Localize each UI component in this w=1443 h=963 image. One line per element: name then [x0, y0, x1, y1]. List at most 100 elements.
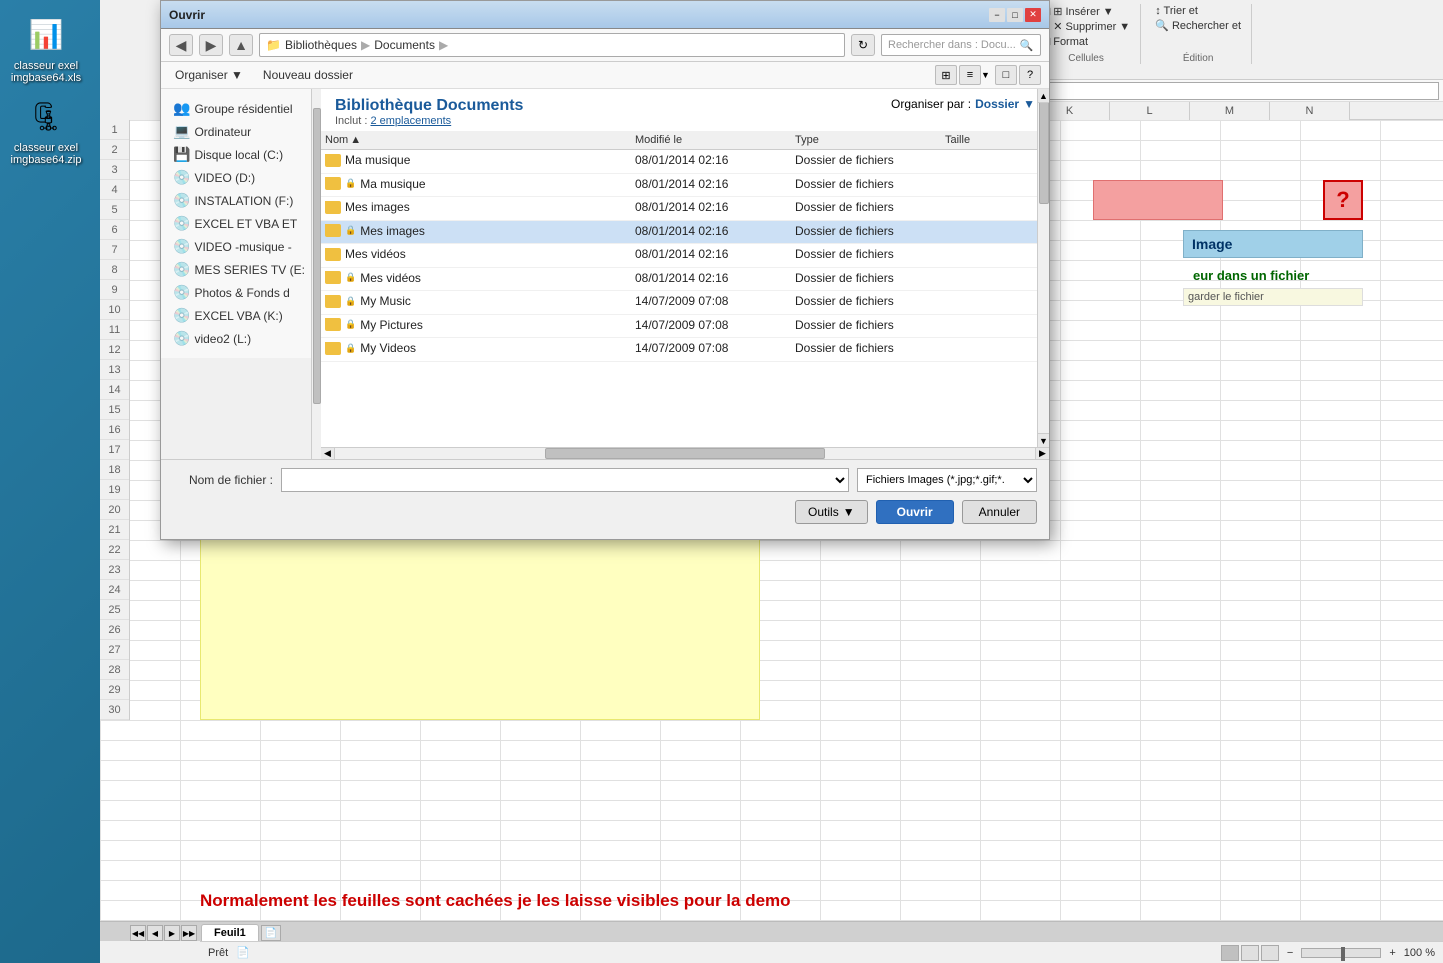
col-header-modifie[interactable]: Modifié le: [635, 134, 795, 146]
content-scrollbar-horiz[interactable]: ◀ ▶: [321, 447, 1049, 459]
nav-item-ordinateur[interactable]: 💻 Ordinateur: [169, 120, 312, 143]
view-dropdown-arrow[interactable]: ▼: [981, 70, 993, 80]
folder-icon-0: [325, 154, 341, 167]
dialog-help-btn[interactable]: ?: [1019, 65, 1041, 85]
folder-icon-3: [325, 224, 341, 237]
ribbon-trier-btn[interactable]: ↕ Trier et: [1151, 4, 1245, 18]
file-name-0: Ma musique: [325, 153, 635, 170]
refresh-icon: ↻: [858, 38, 868, 52]
dialog-ouvrir-btn[interactable]: Ouvrir: [876, 500, 954, 524]
file-row-8[interactable]: 🔒 My Videos 14/07/2009 07:08 Dossier de …: [321, 338, 1049, 362]
lock-badge-3: 🔒: [345, 225, 356, 236]
file-row-2[interactable]: Mes images 08/01/2014 02:16 Dossier de f…: [321, 197, 1049, 221]
nav-item-groupe-residentiel[interactable]: 👥 Groupe résidentiel: [169, 97, 312, 120]
file-row-7[interactable]: 🔒 My Pictures 14/07/2009 07:08 Dossier d…: [321, 315, 1049, 339]
row-28: 28: [100, 660, 129, 680]
dialog-annuler-btn[interactable]: Annuler: [962, 500, 1037, 524]
content-scrollbar[interactable]: ▲ ▼: [1037, 89, 1049, 447]
page-layout-btn[interactable]: [1241, 945, 1259, 961]
nav-item-video-d[interactable]: 💿 VIDEO (D:): [169, 166, 312, 189]
dialog-outils-btn[interactable]: Outils ▼: [795, 500, 868, 524]
col-header-taille[interactable]: Taille: [945, 134, 1045, 146]
nav-item-mes-series-tv[interactable]: 💿 MES SERIES TV (E:: [169, 258, 312, 281]
sheet-last-btn[interactable]: ▶▶: [181, 925, 197, 941]
dialog-close-btn[interactable]: ✕: [1025, 8, 1041, 22]
nav-item-disque-c[interactable]: 💾 Disque local (C:): [169, 143, 312, 166]
file-row-4[interactable]: Mes vidéos 08/01/2014 02:16 Dossier de f…: [321, 244, 1049, 268]
folder-icon-5: [325, 271, 341, 284]
zoom-plus[interactable]: +: [1389, 947, 1395, 959]
dialog-view-list-btn[interactable]: ⊞: [935, 65, 957, 85]
sheet-first-btn[interactable]: ◀◀: [130, 925, 146, 941]
dialog-maximize-btn[interactable]: □: [1007, 8, 1023, 22]
zoom-minus[interactable]: −: [1287, 947, 1293, 959]
sheet-prev-btn[interactable]: ◀: [147, 925, 163, 941]
nav-item-video-musique[interactable]: 💿 VIDEO -musique -: [169, 235, 312, 258]
row-20: 20: [100, 500, 129, 520]
dialog-new-folder-btn[interactable]: Nouveau dossier: [257, 66, 359, 84]
dialog-search-bar[interactable]: Rechercher dans : Docu... 🔍: [881, 34, 1041, 56]
organiser-dropdown-icon: ▼: [1023, 97, 1035, 111]
nav-item-photos-fonds[interactable]: 💿 Photos & Fonds d: [169, 281, 312, 304]
lock-badge-5: 🔒: [345, 272, 356, 283]
sheet-next-btn[interactable]: ▶: [164, 925, 180, 941]
col-header-nom[interactable]: Nom ▲: [325, 134, 635, 146]
nav-scrollbar[interactable]: [311, 89, 321, 358]
page-break-btn[interactable]: [1261, 945, 1279, 961]
dialog-left-nav: 👥 Groupe résidentiel 💻 Ordinateur 💾 Disq…: [161, 89, 321, 358]
nav-item-excel-vba-et[interactable]: 💿 EXCEL ET VBA ET: [169, 212, 312, 235]
locations-link[interactable]: 2 emplacements: [370, 115, 451, 127]
dialog-forward-btn[interactable]: ▶: [199, 34, 223, 56]
file-row-1[interactable]: 🔒 Ma musique 08/01/2014 02:16 Dossier de…: [321, 174, 1049, 198]
row-22: 22: [100, 540, 129, 560]
dialog-preview-btn[interactable]: □: [995, 65, 1017, 85]
file-row-0[interactable]: Ma musique 08/01/2014 02:16 Dossier de f…: [321, 150, 1049, 174]
file-row-6[interactable]: 🔒 My Music 14/07/2009 07:08 Dossier de f…: [321, 291, 1049, 315]
file-row-5[interactable]: 🔒 Mes vidéos 08/01/2014 02:16 Dossier de…: [321, 268, 1049, 292]
scrollbar-left-btn[interactable]: ◀: [321, 448, 335, 459]
desktop-icon-zip[interactable]: 🗜 classeur exel imgbase64.zip: [10, 92, 82, 166]
folder-icon-6: [325, 295, 341, 308]
zoom-slider[interactable]: [1301, 948, 1381, 958]
dialog-organiser-btn[interactable]: Organiser ▼: [169, 66, 249, 84]
dialog-refresh-btn[interactable]: ↻: [851, 34, 875, 56]
organiser-par-link[interactable]: Dossier: [975, 97, 1019, 111]
filename-input[interactable]: [281, 468, 849, 492]
ribbon-format-btn[interactable]: ⊟ Format: [1038, 34, 1134, 49]
sheet-tab-feuil1[interactable]: Feuil1: [201, 924, 259, 941]
dialog-back-btn[interactable]: ◀: [169, 34, 193, 56]
file-type-7: Dossier de fichiers: [795, 318, 945, 335]
ribbon-rechercher-btn[interactable]: 🔍 Rechercher et: [1151, 18, 1245, 33]
file-row-3[interactable]: 🔒 Mes images 08/01/2014 02:16 Dossier de…: [321, 221, 1049, 245]
ribbon-supprimer-btn[interactable]: ✕ ✕ Supprimer ▼: [1038, 19, 1134, 34]
file-list: Ma musique 08/01/2014 02:16 Dossier de f…: [321, 150, 1049, 447]
ribbon-inserer-btn[interactable]: ⊞ ⊞ Insérer ▼: [1038, 4, 1134, 19]
path-segment-2: Documents: [374, 38, 435, 52]
nav-label-photos-fonds: Photos & Fonds d: [194, 286, 289, 300]
filetype-select[interactable]: Fichiers Images (*.jpg;*.gif;*.: [857, 468, 1037, 492]
row-4: 4: [100, 180, 129, 200]
dialog-up-btn[interactable]: ▲: [229, 34, 253, 56]
nav-item-instalation-f[interactable]: 💿 INSTALATION (F:): [169, 189, 312, 212]
col-header-type[interactable]: Type: [795, 134, 945, 146]
row-14: 14: [100, 380, 129, 400]
scrollbar-up-btn[interactable]: ▲: [1038, 89, 1049, 103]
dialog-titlebar: Ouvrir − □ ✕: [161, 1, 1049, 29]
row-1: 1: [100, 120, 129, 140]
video2-l-icon: 💿: [173, 330, 190, 347]
dialog-view-details-btn[interactable]: ≡: [959, 65, 981, 85]
dialog-minimize-btn[interactable]: −: [989, 8, 1005, 22]
nav-item-excel-vba-k[interactable]: 💿 EXCEL VBA (K:): [169, 304, 312, 327]
add-sheet-btn[interactable]: 📄: [261, 925, 281, 941]
folder-icon-7: [325, 318, 341, 331]
dialog-footer: Nom de fichier : Fichiers Images (*.jpg;…: [161, 459, 1049, 532]
details-view-icon: ≡: [967, 69, 973, 81]
dialog-path-bar[interactable]: 📁 Bibliothèques ▶ Documents ▶: [259, 33, 845, 57]
nav-item-video2-l[interactable]: 💿 video2 (L:): [169, 327, 312, 350]
desktop-icon-excel[interactable]: 📊 classeur exel imgbase64.xls: [10, 10, 82, 84]
normal-view-btn[interactable]: [1221, 945, 1239, 961]
scrollbar-right-btn[interactable]: ▶: [1035, 448, 1049, 459]
pink-cell[interactable]: [1093, 180, 1223, 220]
ordinateur-icon: 💻: [173, 123, 190, 140]
scrollbar-down-btn[interactable]: ▼: [1038, 433, 1049, 447]
